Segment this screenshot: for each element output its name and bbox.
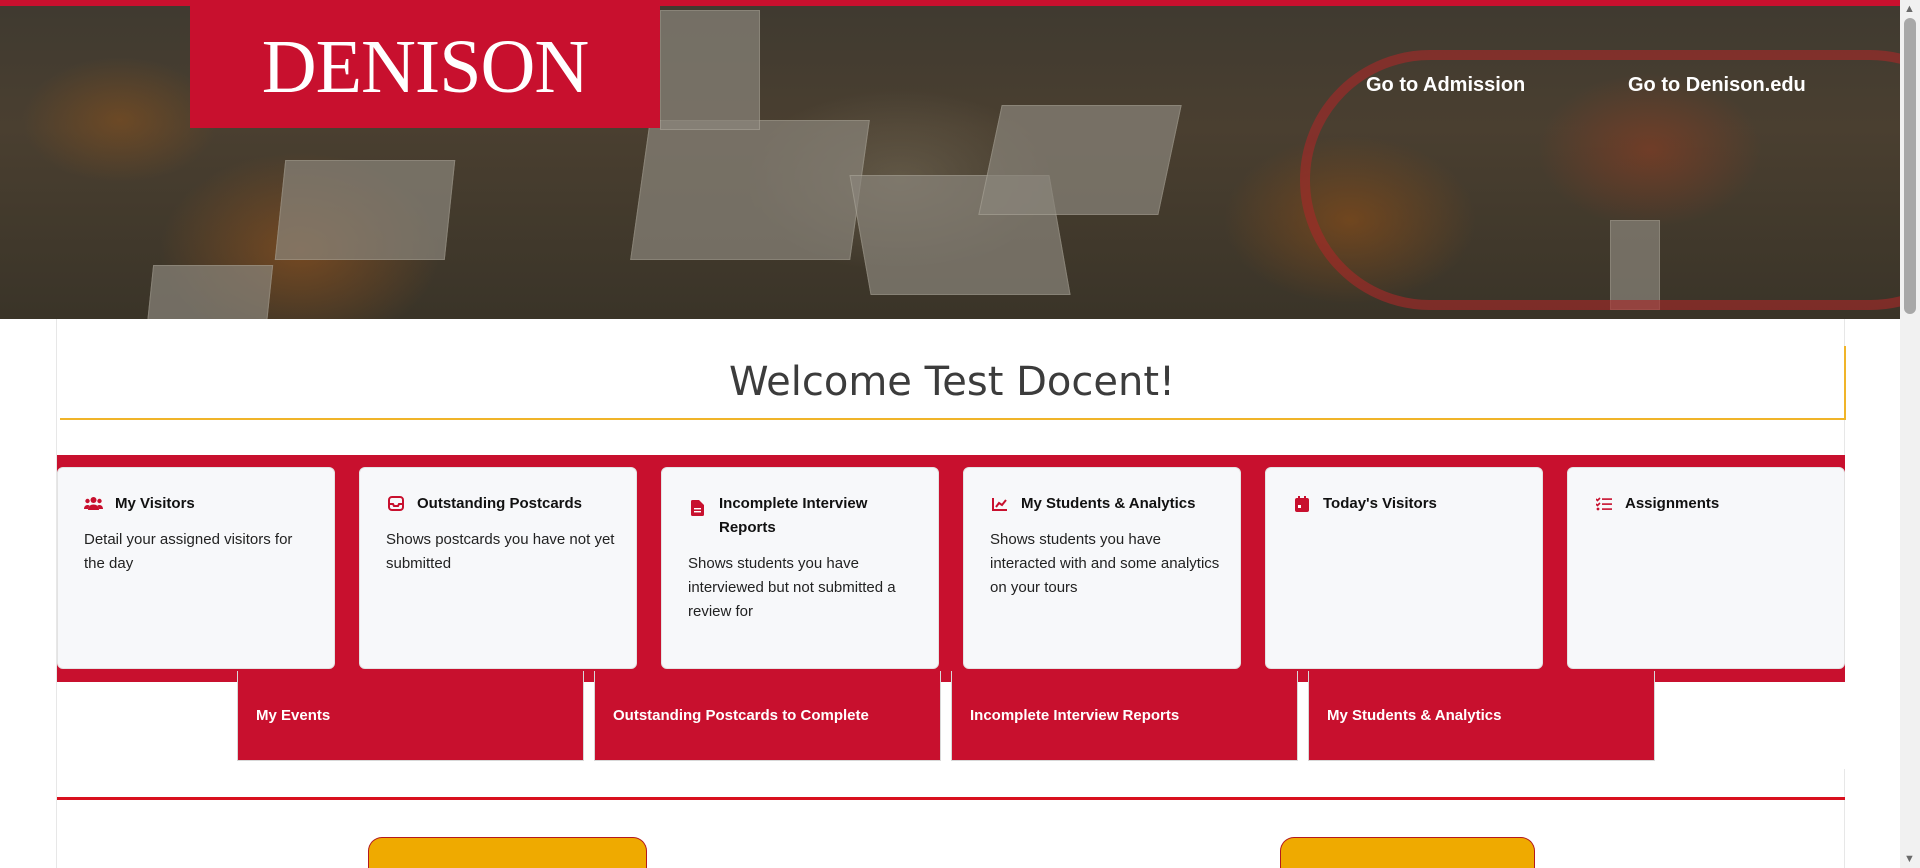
quick-links-row: My Events Outstanding Postcards to Compl… <box>57 671 1845 769</box>
card-description: Detail your assigned visitors for the da… <box>84 531 293 572</box>
section-divider <box>57 797 1845 800</box>
card-title: Incomplete Interview Reports <box>719 495 868 536</box>
card-title: Assignments <box>1625 495 1720 512</box>
logo-text: DENISON <box>261 24 590 109</box>
scrollbar-thumb[interactable] <box>1904 18 1916 314</box>
chart-line-icon <box>990 494 1009 513</box>
vertical-scrollbar[interactable]: ▲ ▼ <box>1900 0 1920 868</box>
card-incomplete-interview-reports[interactable]: Incomplete Interview Reports Shows stude… <box>661 467 939 669</box>
card-outstanding-postcards[interactable]: Outstanding Postcards Shows postcards yo… <box>359 467 637 669</box>
scroll-down-icon[interactable]: ▼ <box>1904 853 1915 865</box>
outstanding-postcards-button[interactable]: Outstanding Postcards to Complete <box>594 671 941 761</box>
card-description: Shows students you have interacted with … <box>990 531 1220 596</box>
card-title: Today's Visitors <box>1323 495 1437 512</box>
gold-button-right[interactable] <box>1280 837 1535 868</box>
main-content: Welcome Test Docent! My Visitors Detail … <box>56 319 1846 868</box>
my-events-button[interactable]: My Events <box>237 671 584 761</box>
go-to-denison-link[interactable]: Go to Denison.edu <box>1628 74 1806 97</box>
list-check-icon <box>1594 494 1613 513</box>
page: DENISON Go to Admission Go to Denison.ed… <box>0 0 1920 868</box>
calendar-icon <box>1292 494 1311 513</box>
inbox-icon <box>386 494 405 513</box>
campus-building <box>660 10 760 130</box>
card-title: My Students & Analytics <box>1021 495 1196 512</box>
card-my-students-analytics[interactable]: My Students & Analytics Shows students y… <box>963 467 1241 669</box>
go-to-admission-link[interactable]: Go to Admission <box>1366 74 1525 97</box>
dashboard-cards: My Visitors Detail your assigned visitor… <box>57 467 1845 669</box>
card-todays-visitors[interactable]: Today's Visitors <box>1265 467 1543 669</box>
card-assignments[interactable]: Assignments <box>1567 467 1845 669</box>
card-my-visitors[interactable]: My Visitors Detail your assigned visitor… <box>57 467 335 669</box>
incomplete-interview-reports-button[interactable]: Incomplete Interview Reports <box>951 671 1298 761</box>
card-title: My Visitors <box>115 495 195 512</box>
welcome-title: Welcome Test Docent! <box>728 359 1176 405</box>
file-icon <box>688 498 707 517</box>
card-description: Shows postcards you have not yet submitt… <box>386 531 615 572</box>
campus-building <box>146 265 274 319</box>
hero-header: DENISON Go to Admission Go to Denison.ed… <box>0 0 1900 319</box>
campus-building <box>274 160 456 260</box>
denison-logo[interactable]: DENISON <box>190 6 660 128</box>
campus-building <box>978 105 1182 215</box>
card-title: Outstanding Postcards <box>417 495 583 512</box>
gold-button-left[interactable] <box>368 837 647 868</box>
card-description: Shows students you have interviewed but … <box>688 555 896 620</box>
my-students-analytics-button[interactable]: My Students & Analytics <box>1308 671 1655 761</box>
welcome-banner: Welcome Test Docent! <box>60 346 1846 420</box>
users-icon <box>84 494 103 513</box>
campus-building <box>630 120 870 260</box>
scroll-up-icon[interactable]: ▲ <box>1904 3 1915 15</box>
